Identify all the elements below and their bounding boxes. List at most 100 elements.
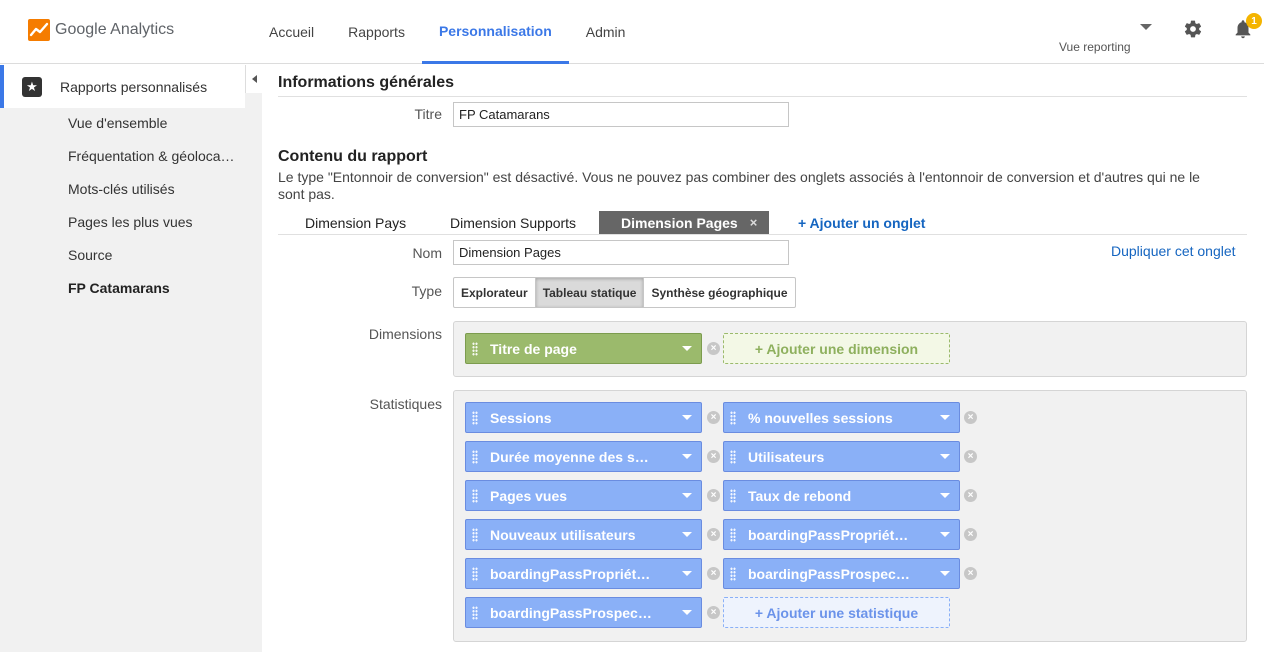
chevron-down-icon[interactable] bbox=[940, 493, 950, 498]
metric-chip[interactable]: Sessions bbox=[465, 402, 702, 433]
drag-handle-icon[interactable] bbox=[472, 341, 478, 356]
drag-handle-icon[interactable] bbox=[472, 605, 478, 620]
top-bar: Google Analytics Accueil Rapports Person… bbox=[0, 0, 1264, 64]
chevron-down-icon[interactable] bbox=[682, 571, 692, 576]
chevron-down-icon[interactable] bbox=[940, 415, 950, 420]
remove-metric-icon[interactable]: × bbox=[707, 528, 720, 541]
metric-chip[interactable]: Nouveaux utilisateurs bbox=[465, 519, 702, 550]
drag-handle-icon[interactable] bbox=[472, 488, 478, 503]
remove-metric-icon[interactable]: × bbox=[707, 606, 720, 619]
dimension-chip[interactable]: Titre de page bbox=[465, 333, 702, 364]
titre-label: Titre bbox=[414, 106, 442, 122]
nom-input[interactable] bbox=[453, 240, 789, 265]
report-tabs: Dimension Pays Dimension Supports Dimens… bbox=[278, 211, 1247, 235]
metric-chip[interactable]: Pages vues bbox=[465, 480, 702, 511]
view-selector-label[interactable]: Vue reporting bbox=[1059, 40, 1131, 54]
remove-metric-icon[interactable]: × bbox=[707, 450, 720, 463]
drag-handle-icon[interactable] bbox=[730, 488, 736, 503]
nav-rapports[interactable]: Rapports bbox=[331, 0, 422, 64]
chevron-down-icon[interactable] bbox=[682, 493, 692, 498]
chevron-down-icon[interactable] bbox=[682, 346, 692, 351]
main-nav: Accueil Rapports Personnalisation Admin bbox=[252, 0, 642, 64]
titre-input[interactable] bbox=[453, 102, 789, 127]
dimensions-label: Dimensions bbox=[368, 326, 442, 342]
divider bbox=[278, 96, 1247, 97]
drag-handle-icon[interactable] bbox=[730, 527, 736, 542]
metric-chip[interactable]: boardingPassProspec… bbox=[723, 558, 960, 589]
sidebar: ★ Rapports personnalisés Vue d'ensemble … bbox=[0, 65, 262, 652]
remove-metric-icon[interactable]: × bbox=[707, 567, 720, 580]
chevron-down-icon[interactable] bbox=[940, 454, 950, 459]
remove-metric-icon[interactable]: × bbox=[964, 567, 977, 580]
duplicate-tab-link[interactable]: Dupliquer cet onglet bbox=[1111, 243, 1236, 259]
sidebar-section-title: Rapports personnalisés bbox=[60, 78, 208, 95]
funnel-disabled-note: Le type "Entonnoir de conversion" est dé… bbox=[278, 169, 1200, 202]
drag-handle-icon[interactable] bbox=[472, 566, 478, 581]
report-content-title: Contenu du rapport bbox=[278, 148, 428, 165]
metric-chip[interactable]: Taux de rebond bbox=[723, 480, 960, 511]
analytics-logo-icon bbox=[28, 19, 50, 41]
remove-metric-icon[interactable]: × bbox=[964, 411, 977, 424]
nom-label: Nom bbox=[412, 245, 442, 261]
google-analytics-logo[interactable]: Google Analytics bbox=[28, 19, 174, 41]
gear-icon[interactable] bbox=[1183, 19, 1203, 39]
drag-handle-icon[interactable] bbox=[472, 449, 478, 464]
chevron-down-icon[interactable] bbox=[682, 610, 692, 615]
tab-dimension-pages-label: Dimension Pages bbox=[621, 214, 738, 231]
nav-accueil[interactable]: Accueil bbox=[252, 0, 331, 64]
sidebar-section-header[interactable]: ★ Rapports personnalisés bbox=[0, 65, 245, 108]
type-tableau-statique-button[interactable]: Tableau statique bbox=[535, 278, 645, 307]
drag-handle-icon[interactable] bbox=[730, 449, 736, 464]
sidebar-item-vue-ensemble[interactable]: Vue d'ensemble bbox=[68, 115, 235, 148]
remove-metric-icon[interactable]: × bbox=[964, 489, 977, 502]
remove-metric-icon[interactable]: × bbox=[964, 528, 977, 541]
metric-chip[interactable]: boardingPassProspec… bbox=[465, 597, 702, 628]
metric-chip[interactable]: Durée moyenne des s… bbox=[465, 441, 702, 472]
chevron-down-icon[interactable] bbox=[682, 532, 692, 537]
sidebar-items: Vue d'ensemble Fréquentation & géoloca… … bbox=[68, 115, 235, 313]
nav-admin[interactable]: Admin bbox=[569, 0, 643, 64]
type-explorateur-button[interactable]: Explorateur bbox=[454, 278, 536, 307]
metric-chip[interactable]: boardingPassPropriét… bbox=[465, 558, 702, 589]
main-content: Informations générales Titre Contenu du … bbox=[262, 65, 1264, 652]
remove-metric-icon[interactable]: × bbox=[707, 411, 720, 424]
view-dropdown-chevron-icon[interactable] bbox=[1140, 24, 1152, 30]
report-type-selector: Explorateur Tableau statique Synthèse gé… bbox=[453, 277, 796, 308]
metric-chip[interactable]: Utilisateurs bbox=[723, 441, 960, 472]
metric-chip[interactable]: boardingPassPropriét… bbox=[723, 519, 960, 550]
remove-metric-icon[interactable]: × bbox=[964, 450, 977, 463]
drag-handle-icon[interactable] bbox=[472, 527, 478, 542]
metric-chip[interactable]: % nouvelles sessions bbox=[723, 402, 960, 433]
statistics-box: Sessions × % nouvelles sessions × Durée … bbox=[453, 390, 1247, 642]
dimensions-box: Titre de page × + Ajouter une dimension bbox=[453, 321, 1247, 377]
sidebar-item-pages-vues[interactable]: Pages les plus vues bbox=[68, 214, 235, 247]
collapse-sidebar-button[interactable] bbox=[245, 65, 262, 93]
notification-badge: 1 bbox=[1246, 13, 1262, 29]
sidebar-item-source[interactable]: Source bbox=[68, 247, 235, 280]
chevron-down-icon[interactable] bbox=[940, 532, 950, 537]
remove-metric-icon[interactable]: × bbox=[707, 489, 720, 502]
nav-personnalisation[interactable]: Personnalisation bbox=[421, 0, 569, 64]
sidebar-item-frequentation[interactable]: Fréquentation & géoloca… bbox=[68, 148, 235, 181]
custom-reports-star-icon: ★ bbox=[22, 76, 42, 97]
logo-text: Google Analytics bbox=[55, 21, 175, 38]
remove-dimension-icon[interactable]: × bbox=[707, 342, 720, 355]
add-dimension-button[interactable]: + Ajouter une dimension bbox=[723, 333, 950, 364]
chevron-down-icon[interactable] bbox=[682, 415, 692, 420]
drag-handle-icon[interactable] bbox=[730, 410, 736, 425]
tab-dimension-pays[interactable]: Dimension Pays bbox=[305, 211, 406, 234]
tab-dimension-pages[interactable]: Dimension Pages × bbox=[599, 211, 770, 234]
type-synthese-geo-button[interactable]: Synthèse géographique bbox=[644, 278, 794, 307]
sidebar-item-mots-cles[interactable]: Mots-clés utilisés bbox=[68, 181, 235, 214]
chevron-down-icon[interactable] bbox=[940, 571, 950, 576]
add-tab-link[interactable]: + Ajouter un onglet bbox=[798, 211, 925, 234]
sidebar-item-fp-catamarans[interactable]: FP Catamarans bbox=[68, 280, 235, 313]
chevron-down-icon[interactable] bbox=[682, 454, 692, 459]
drag-handle-icon[interactable] bbox=[730, 566, 736, 581]
tab-dimension-supports[interactable]: Dimension Supports bbox=[450, 211, 576, 234]
close-tab-icon[interactable]: × bbox=[750, 215, 758, 230]
drag-handle-icon[interactable] bbox=[472, 410, 478, 425]
add-statistic-button[interactable]: + Ajouter une statistique bbox=[723, 597, 950, 628]
type-label: Type bbox=[411, 283, 442, 299]
general-info-title: Informations générales bbox=[278, 74, 455, 91]
